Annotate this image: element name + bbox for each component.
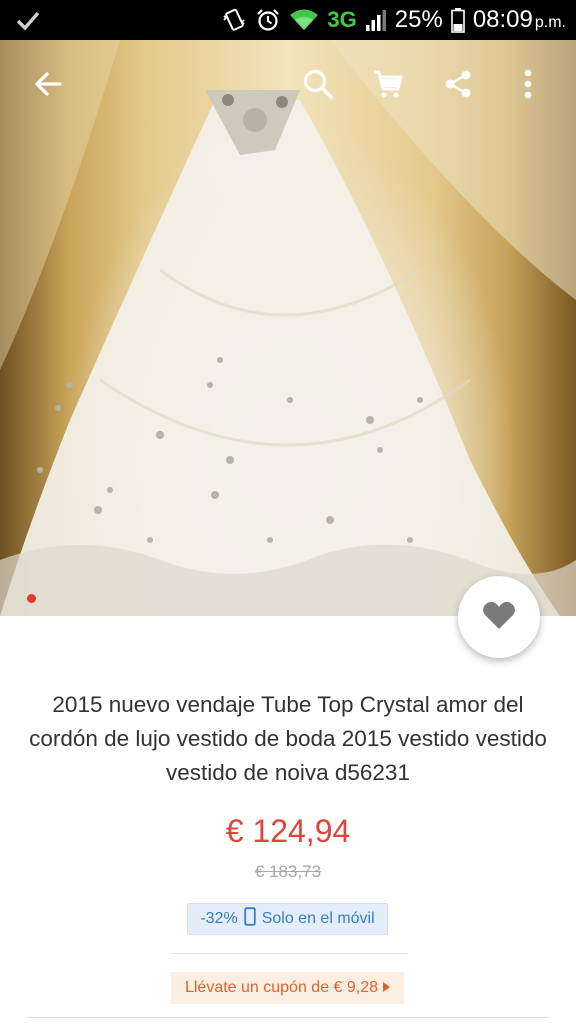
divider	[170, 953, 408, 954]
more-vert-icon	[522, 68, 534, 105]
phone-icon	[244, 907, 256, 931]
status-bar: 3G 25% 08:09 p.m.	[0, 0, 576, 40]
back-button[interactable]	[20, 58, 76, 114]
mobile-only-label: Solo en el móvil	[261, 910, 375, 927]
section-divider	[26, 1017, 550, 1018]
play-arrow-icon	[382, 979, 391, 997]
favorite-button[interactable]	[458, 576, 540, 658]
share-button[interactable]	[430, 58, 486, 114]
check-icon	[16, 9, 40, 31]
search-icon	[301, 67, 335, 106]
more-options-button[interactable]	[500, 58, 556, 114]
network-type: 3G	[327, 7, 357, 32]
signal-icon	[365, 8, 387, 32]
vibrate-icon	[221, 7, 247, 33]
discount-percent: -32%	[200, 910, 238, 927]
heart-icon	[482, 600, 516, 635]
wifi-icon	[289, 8, 319, 32]
battery-percent: 25%	[394, 6, 443, 33]
alarm-icon	[255, 7, 281, 33]
original-price: € 183,73	[254, 862, 322, 881]
carousel-active-dot	[27, 594, 36, 603]
back-arrow-icon	[32, 68, 64, 105]
coupon-label: Llévate un cupón de € 9,28	[184, 979, 379, 996]
app-bar	[0, 40, 576, 132]
coupon-button[interactable]: Llévate un cupón de € 9,28	[171, 972, 404, 1004]
search-button[interactable]	[290, 58, 346, 114]
cart-button[interactable]	[360, 58, 416, 114]
clock: 08:09	[472, 6, 533, 33]
cart-icon	[371, 67, 405, 106]
battery-icon	[451, 7, 465, 33]
product-price: € 124,94	[225, 813, 351, 849]
share-icon	[442, 68, 474, 105]
clock-ampm: p.m.	[534, 14, 566, 31]
mobile-only-badge: -32% Solo en el móvil	[187, 903, 388, 935]
product-title: 2015 nuevo vendaje Tube Top Crystal amor…	[29, 692, 547, 785]
